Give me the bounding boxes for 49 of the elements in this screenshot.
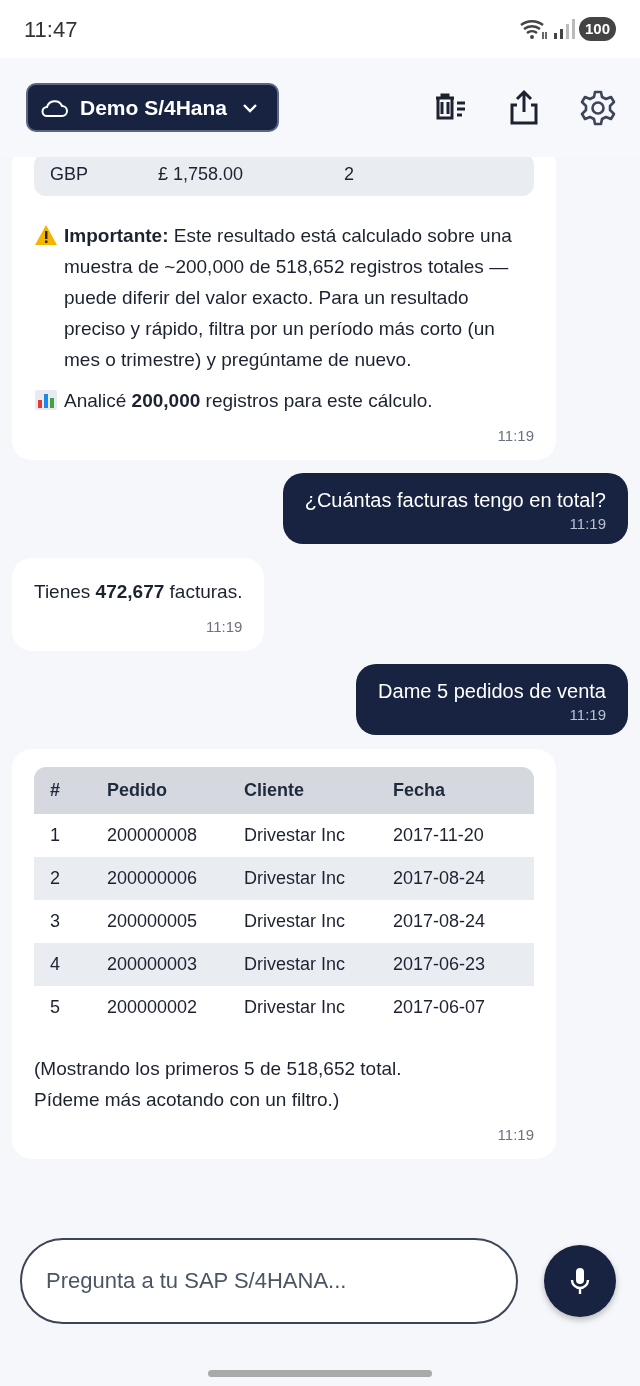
message-text: Dame 5 pedidos de venta	[378, 679, 606, 704]
microphone-button[interactable]	[544, 1245, 616, 1317]
table-cell: 200000008	[91, 814, 228, 857]
bar-chart-icon	[34, 389, 58, 411]
message-time: 11:19	[496, 426, 534, 446]
table-cell: £ 1,758.00	[142, 157, 328, 196]
message-time: 11:19	[568, 514, 606, 534]
microphone-icon	[569, 1266, 591, 1296]
table-cell: 5	[34, 986, 91, 1029]
table-cell: GBP	[34, 157, 142, 196]
table-cell: 2017-06-23	[377, 943, 534, 986]
table-cell: 2017-08-24	[377, 857, 534, 900]
message-text: (Mostrando los primeros 5 de 518,652 total. Pídeme más acotando con un filtro.)	[34, 1057, 403, 1112]
column-header: Fecha	[377, 767, 534, 814]
message-input[interactable]: Pregunta a tu SAP S/4HANA...	[20, 1238, 518, 1324]
workspace-dropdown[interactable]: Demo S/4Hana	[26, 83, 280, 132]
status-time: 11:47	[24, 15, 78, 44]
message-time: 11:19	[496, 1125, 534, 1145]
table-cell: 2	[328, 157, 534, 196]
table-cell: 2	[34, 857, 91, 900]
table-cell: Drivestar Inc	[228, 857, 377, 900]
message-time: 11:19	[205, 617, 243, 637]
table-cell: 2017-11-20	[377, 814, 534, 857]
message-text: Analicé 200,000 registros para este cálculo.	[64, 389, 433, 413]
column-header: Pedido	[91, 767, 228, 814]
table-cell: Drivestar Inc	[228, 986, 377, 1029]
table-cell: 2017-08-24	[377, 900, 534, 943]
table-cell: Drivestar Inc	[228, 814, 377, 857]
message-text: ¿Cuántas facturas tengo en total?	[304, 488, 606, 513]
table-cell: 200000006	[91, 857, 228, 900]
warning-icon	[34, 224, 58, 246]
battery-indicator: 100	[578, 16, 616, 42]
table-cell: Drivestar Inc	[228, 900, 377, 943]
table-cell: Drivestar Inc	[228, 943, 377, 986]
message-text: Tienes 472,677 facturas.	[34, 580, 243, 604]
column-header: #	[34, 767, 91, 814]
table-cell: 2017-06-07	[377, 986, 534, 1029]
cloud-icon	[40, 97, 68, 118]
table-cell: 200000003	[91, 943, 228, 986]
column-header: Cliente	[228, 767, 377, 814]
table-cell: 4	[34, 943, 91, 986]
message-time: 11:19	[568, 705, 606, 725]
table-cell: 1	[34, 814, 91, 857]
table-cell: 3	[34, 900, 91, 943]
wifi-icon	[518, 18, 549, 40]
table-cell: 200000005	[91, 900, 228, 943]
message-text: Importante: Este resultado está calculado sobre una muestra de ~200,000 de 518,652 registros totales — puede diferir del valor exacto. Para un resultado preciso y rápido, filtra por un período más corto (un mes o trimestre) y pregúntame de nuevo.	[64, 224, 513, 372]
signal-icon	[552, 18, 575, 40]
table-cell: 200000002	[91, 986, 228, 1029]
